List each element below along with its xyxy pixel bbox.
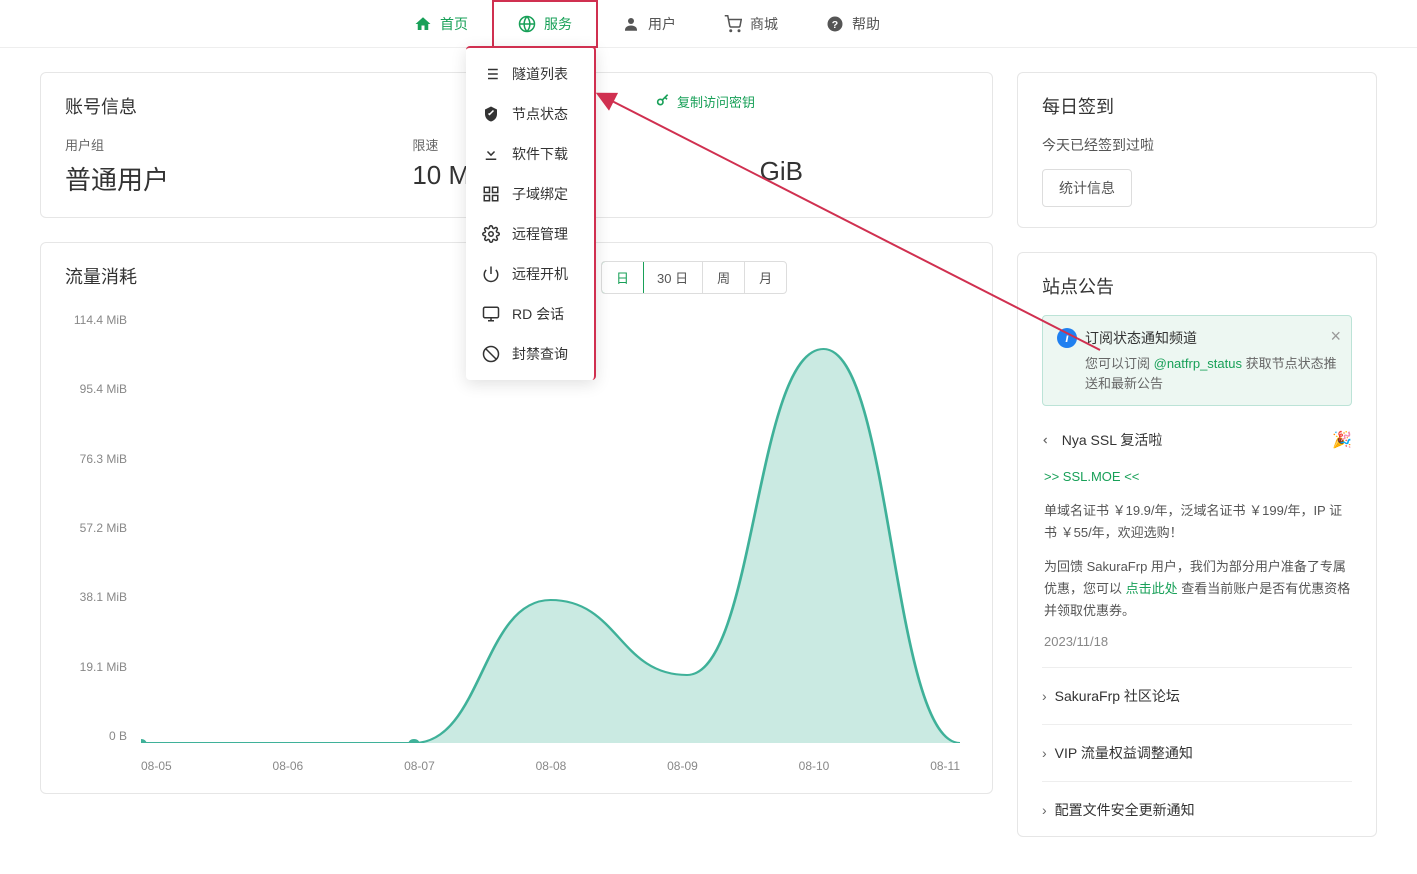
subscribe-info-box: × i 订阅状态通知频道 您可以订阅 @natfrp_status 获取节点状态…: [1042, 315, 1352, 406]
nav-shop[interactable]: 商城: [700, 0, 802, 48]
nav-home-label: 首页: [440, 14, 468, 34]
chart-range-buttons: 日 30 日 周 月: [601, 261, 787, 294]
services-dropdown: 隧道列表 节点状态 软件下载 子域绑定 远程管理 远程开机 RD 会话 封禁查询: [466, 46, 596, 380]
dd-node-status[interactable]: 节点状态: [466, 94, 594, 134]
list-icon: [482, 65, 500, 83]
cart-icon: [724, 15, 742, 33]
announcement-card: 站点公告 × i 订阅状态通知频道 您可以订阅 @natfrp_status 获…: [1017, 252, 1377, 837]
click-here-link[interactable]: 点击此处: [1126, 581, 1178, 596]
nav-users-label: 用户: [648, 14, 676, 34]
chevron-right-icon: ›: [1042, 802, 1047, 818]
nav-users[interactable]: 用户: [598, 0, 700, 48]
signin-title: 每日签到: [1042, 93, 1352, 119]
dd-tunnel-list[interactable]: 隧道列表: [466, 54, 594, 94]
nav-services[interactable]: 服务: [492, 0, 598, 48]
svg-text:?: ?: [832, 18, 838, 30]
natfrp-status-link[interactable]: @natfrp_status: [1154, 356, 1242, 371]
signin-text: 今天已经签到过啦: [1042, 135, 1352, 155]
help-icon: ?: [826, 15, 844, 33]
chart-x-axis: 08-05 08-06 08-07 08-08 08-09 08-10 08-1…: [141, 759, 960, 773]
announcement-item-forum[interactable]: ›SakuraFrp 社区论坛: [1042, 676, 1352, 716]
dd-ban-query[interactable]: 封禁查询: [466, 334, 594, 374]
range-month[interactable]: 月: [745, 262, 786, 293]
traffic-unit: GiB: [760, 156, 968, 187]
domain-icon: [482, 185, 500, 203]
gear-icon: [482, 225, 500, 243]
globe-icon: [518, 15, 536, 33]
range-week[interactable]: 周: [703, 262, 745, 293]
top-nav: 首页 服务 用户 商城 ? 帮助: [0, 0, 1417, 48]
chevron-right-icon: ›: [1042, 745, 1047, 761]
signin-card: 每日签到 今天已经签到过啦 统计信息: [1017, 72, 1377, 228]
copy-access-key[interactable]: 复制访问密钥: [655, 92, 755, 111]
announcement-item-vip[interactable]: ›VIP 流量权益调整通知: [1042, 733, 1352, 773]
home-icon: [414, 15, 432, 33]
download-icon: [482, 145, 500, 163]
ban-icon: [482, 345, 500, 363]
power-icon: [482, 265, 500, 283]
group-label: 用户组: [65, 135, 412, 154]
monitor-icon: [482, 305, 500, 323]
dd-software-download[interactable]: 软件下载: [466, 134, 594, 174]
chevron-right-icon: ›: [1042, 688, 1047, 704]
chevron-down-icon: ⌄: [1039, 434, 1056, 446]
dd-remote-manage[interactable]: 远程管理: [466, 214, 594, 254]
shield-icon: [482, 105, 500, 123]
signin-stats-button[interactable]: 统计信息: [1042, 169, 1132, 207]
dd-subdomain-bind[interactable]: 子域绑定: [466, 174, 594, 214]
nav-services-label: 服务: [544, 14, 572, 34]
traffic-hidden-label: [760, 135, 968, 150]
announcement-body-ssl: >> SSL.MOE << 单域名证书 ￥19.9/年，泛域名证书 ￥199/年…: [1042, 460, 1352, 659]
announcement-item-config[interactable]: ›配置文件安全更新通知: [1042, 790, 1352, 830]
key-icon: [655, 92, 671, 111]
close-icon[interactable]: ×: [1330, 326, 1341, 347]
chart-area: 114.4 MiB 95.4 MiB 76.3 MiB 57.2 MiB 38.…: [65, 313, 968, 773]
announcement-item-ssl[interactable]: ⌄ Nya SSL 复活啦 🎉: [1042, 420, 1352, 460]
range-day[interactable]: 日: [601, 261, 644, 294]
announcement-title: 站点公告: [1042, 273, 1352, 299]
nav-help[interactable]: ? 帮助: [802, 0, 904, 48]
party-icon: 🎉: [1332, 430, 1352, 450]
nav-shop-label: 商城: [750, 14, 778, 34]
dd-rd-session[interactable]: RD 会话: [466, 294, 594, 334]
sslmoe-link[interactable]: SSL.MOE: [1063, 469, 1121, 484]
nav-home[interactable]: 首页: [390, 0, 492, 48]
nav-help-label: 帮助: [852, 14, 880, 34]
info-icon: i: [1057, 328, 1077, 348]
dd-remote-poweron[interactable]: 远程开机: [466, 254, 594, 294]
group-value: 普通用户: [65, 160, 412, 197]
chart-y-axis: 114.4 MiB 95.4 MiB 76.3 MiB 57.2 MiB 38.…: [65, 313, 135, 743]
user-icon: [622, 15, 640, 33]
range-30day[interactable]: 30 日: [643, 262, 703, 293]
info-body: 您可以订阅 @natfrp_status 获取节点状态推送和最新公告: [1057, 354, 1337, 393]
